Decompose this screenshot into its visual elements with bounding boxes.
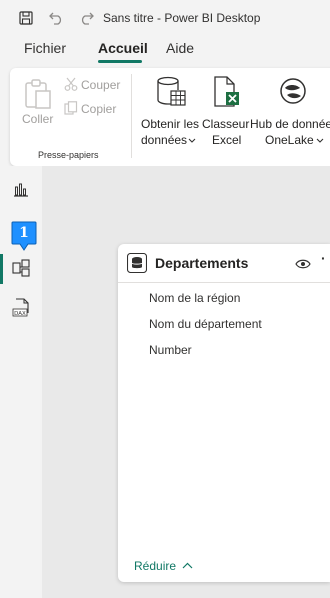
excel-icon: [214, 76, 239, 107]
title-bar: Sans titre - Power BI Desktop: [0, 0, 330, 36]
dax-query-icon[interactable]: DAX: [10, 297, 32, 319]
onelake-label-line1: Hub de données: [250, 117, 330, 131]
collapse-label: Réduire: [134, 559, 177, 573]
table-card-header[interactable]: Departements ·: [118, 244, 330, 283]
active-tab-indicator: [98, 60, 142, 63]
redo-icon[interactable]: [76, 8, 96, 28]
clipboard-group-label: Presse-papiers: [38, 150, 99, 160]
field-department-name[interactable]: Nom du département: [149, 317, 262, 331]
excel-label-line1: Classeur: [202, 117, 250, 131]
collapse-button[interactable]: Réduire: [134, 559, 193, 573]
excel-workbook-button[interactable]: Classeur Excel: [202, 74, 252, 147]
model-view-icon[interactable]: [10, 257, 32, 279]
step-badge-number: 1: [19, 225, 29, 241]
copy-label: Copier: [81, 102, 117, 116]
excel-label-line2: Excel: [212, 133, 242, 147]
cut-label: Couper: [81, 78, 121, 92]
onelake-icon: [280, 78, 306, 104]
get-data-label-line2: données: [141, 133, 188, 147]
paste-label: Coller: [22, 112, 54, 126]
menu-accueil[interactable]: Accueil: [98, 40, 148, 56]
table-database-icon: [127, 253, 147, 273]
menu-fichier[interactable]: Fichier: [24, 40, 66, 56]
ribbon-divider: [131, 74, 132, 158]
cut-button[interactable]: Couper: [62, 76, 130, 94]
menu-aide[interactable]: Aide: [166, 40, 194, 56]
get-data-label-line1: Obtenir les: [141, 117, 200, 131]
table-card-title: Departements: [155, 255, 249, 271]
menu-bar: Fichier Accueil Aide: [0, 36, 330, 66]
onelake-hub-button[interactable]: Hub de données OneLake: [250, 74, 330, 147]
active-view-indicator: [0, 254, 3, 284]
chevron-down-icon: [188, 138, 196, 143]
chevron-up-icon: [182, 562, 193, 569]
window-title: Sans titre - Power BI Desktop: [103, 11, 261, 25]
step-badge: 1: [11, 221, 37, 251]
svg-text:DAX: DAX: [14, 311, 26, 317]
eye-icon[interactable]: [295, 258, 311, 270]
copy-button[interactable]: Copier: [62, 100, 130, 118]
more-icon[interactable]: ·: [321, 250, 326, 266]
cut-icon: [64, 77, 78, 91]
report-view-icon[interactable]: [10, 178, 32, 200]
paste-button[interactable]: Coller: [20, 76, 56, 132]
database-icon: [157, 76, 186, 106]
onelake-label-line2: OneLake: [265, 133, 314, 147]
field-region-name[interactable]: Nom de la région: [149, 291, 240, 305]
table-card[interactable]: Departements · Nom de la région Nom du d…: [118, 244, 330, 582]
save-icon[interactable]: [16, 8, 36, 28]
paste-icon: [25, 79, 51, 109]
chevron-down-icon: [316, 138, 324, 143]
ribbon: Coller Couper Copier Presse-papiers Obte…: [10, 68, 330, 166]
undo-icon[interactable]: [46, 8, 66, 28]
get-data-button[interactable]: Obtenir les données: [138, 74, 202, 147]
field-number[interactable]: Number: [149, 343, 192, 357]
copy-icon: [64, 101, 78, 115]
